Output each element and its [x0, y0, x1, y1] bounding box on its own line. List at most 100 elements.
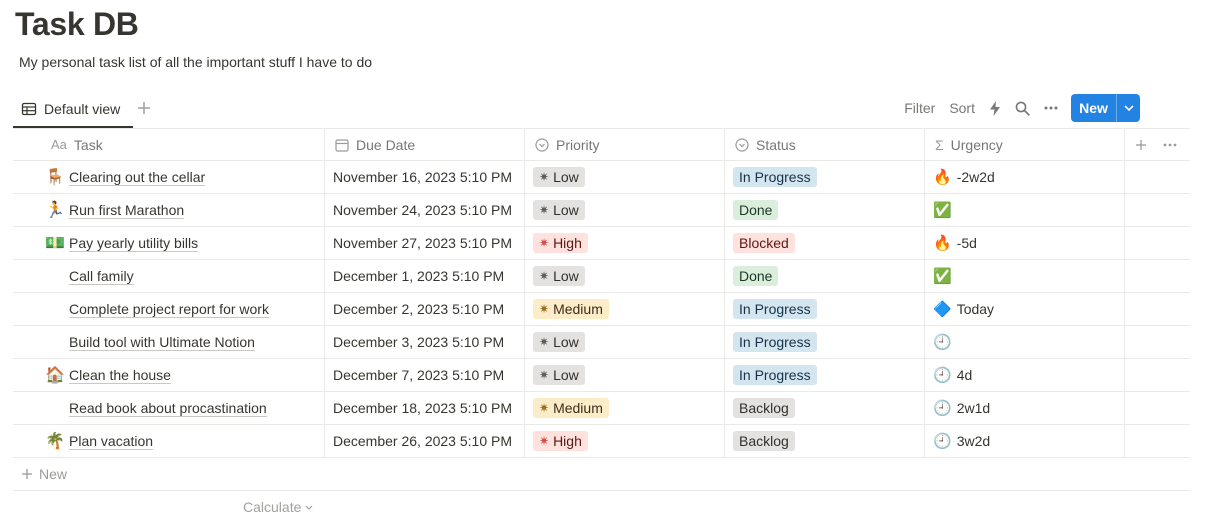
urgency-cell: ✅ [925, 260, 1125, 292]
status-cell[interactable]: Done [725, 194, 925, 226]
status-tag[interactable]: Backlog [733, 398, 795, 418]
status-tag[interactable]: Blocked [733, 233, 795, 253]
task-cell[interactable]: Complete project report for work [13, 293, 325, 325]
priority-tag[interactable]: ✷ Medium [533, 398, 609, 418]
priority-cell[interactable]: ✷ Low [525, 194, 725, 226]
table-row[interactable]: 🌴 Plan vacation December 26, 2023 5:10 P… [13, 425, 1190, 458]
priority-tag[interactable]: ✷ Medium [533, 299, 609, 319]
header-status[interactable]: Status [725, 129, 925, 160]
due-date-cell[interactable]: December 18, 2023 5:10 PM [325, 392, 525, 424]
table-row[interactable]: Build tool with Ultimate Notion December… [13, 326, 1190, 359]
table-header: Aa Task Due Date Priority Status Σ Urgen… [13, 128, 1190, 161]
new-button-label[interactable]: New [1071, 94, 1117, 122]
add-property-icon[interactable] [1135, 139, 1147, 151]
table-row[interactable]: 🪑 Clearing out the cellar November 16, 2… [13, 161, 1190, 194]
task-name[interactable]: Clean the house [69, 367, 171, 384]
due-date-cell[interactable]: November 27, 2023 5:10 PM [325, 227, 525, 259]
task-name[interactable]: Build tool with Ultimate Notion [69, 334, 255, 351]
due-date-cell[interactable]: December 1, 2023 5:10 PM [325, 260, 525, 292]
plus-icon[interactable] [137, 100, 151, 118]
status-tag[interactable]: In Progress [733, 365, 817, 385]
add-row-button[interactable]: New [13, 458, 1190, 491]
priority-cell[interactable]: ✷ Medium [525, 392, 725, 424]
due-date-cell[interactable]: November 16, 2023 5:10 PM [325, 161, 525, 193]
task-name[interactable]: Call family [69, 268, 134, 285]
header-task[interactable]: Aa Task [13, 129, 325, 160]
task-cell[interactable]: Read book about procastination [13, 392, 325, 424]
status-cell[interactable]: In Progress [725, 161, 925, 193]
search-icon[interactable] [1015, 101, 1030, 116]
task-name[interactable]: Plan vacation [69, 433, 154, 450]
priority-cell[interactable]: ✷ Medium [525, 293, 725, 325]
priority-cell[interactable]: ✷ High [525, 425, 725, 457]
lightning-icon[interactable] [989, 100, 1001, 116]
priority-cell[interactable]: ✷ Low [525, 326, 725, 358]
table-row[interactable]: 🏠 Clean the house December 7, 2023 5:10 … [13, 359, 1190, 392]
status-cell[interactable]: In Progress [725, 326, 925, 358]
task-cell[interactable]: 💵 Pay yearly utility bills [13, 227, 325, 259]
status-tag[interactable]: In Progress [733, 299, 817, 319]
due-date-cell[interactable]: November 24, 2023 5:10 PM [325, 194, 525, 226]
task-cell[interactable]: 🏃 Run first Marathon [13, 194, 325, 226]
due-date-cell[interactable]: December 7, 2023 5:10 PM [325, 359, 525, 391]
priority-tag[interactable]: ✷ Low [533, 167, 585, 187]
due-date-cell[interactable]: December 26, 2023 5:10 PM [325, 425, 525, 457]
task-emoji-icon: 🌴 [45, 433, 65, 450]
due-date-cell[interactable]: December 3, 2023 5:10 PM [325, 326, 525, 358]
urgency-icon: 🔥 [933, 235, 952, 252]
task-cell[interactable]: 🏠 Clean the house [13, 359, 325, 391]
status-tag[interactable]: In Progress [733, 332, 817, 352]
due-date-value: December 18, 2023 5:10 PM [333, 400, 512, 416]
priority-cell[interactable]: ✷ Low [525, 260, 725, 292]
status-tag[interactable]: Done [733, 200, 779, 220]
more-horizontal-icon[interactable] [1163, 143, 1177, 147]
table-row[interactable]: 💵 Pay yearly utility bills November 27, … [13, 227, 1190, 260]
page-description: My personal task list of all the importa… [19, 54, 373, 70]
status-tag[interactable]: Backlog [733, 431, 795, 451]
status-cell[interactable]: In Progress [725, 293, 925, 325]
task-emoji-icon: 🏃 [45, 202, 65, 219]
status-tag[interactable]: In Progress [733, 167, 817, 187]
priority-cell[interactable]: ✷ Low [525, 161, 725, 193]
status-cell[interactable]: Backlog [725, 392, 925, 424]
header-priority[interactable]: Priority [525, 129, 725, 160]
status-tag[interactable]: Done [733, 266, 779, 286]
priority-tag[interactable]: ✷ Low [533, 200, 585, 220]
task-cell[interactable]: Build tool with Ultimate Notion [13, 326, 325, 358]
priority-cell[interactable]: ✷ High [525, 227, 725, 259]
urgency-text: -2w2d [956, 169, 995, 185]
chevron-down-icon[interactable] [1117, 94, 1140, 122]
header-urgency[interactable]: Σ Urgency [925, 129, 1125, 160]
task-name[interactable]: Read book about procastination [69, 400, 267, 417]
priority-tag[interactable]: ✷ Low [533, 332, 585, 352]
table-row[interactable]: Call family December 1, 2023 5:10 PM ✷ L… [13, 260, 1190, 293]
table-row[interactable]: Read book about procastination December … [13, 392, 1190, 425]
header-due-date[interactable]: Due Date [325, 129, 525, 160]
sort-button[interactable]: Sort [949, 100, 975, 116]
priority-tag[interactable]: ✷ Low [533, 266, 585, 286]
task-name[interactable]: Run first Marathon [69, 202, 185, 219]
task-name[interactable]: Complete project report for work [69, 301, 269, 318]
filter-button[interactable]: Filter [904, 100, 935, 116]
priority-cell[interactable]: ✷ Low [525, 359, 725, 391]
calculate-button[interactable]: Calculate [243, 499, 313, 515]
tab-default-view[interactable]: Default view [13, 92, 133, 128]
status-cell[interactable]: In Progress [725, 359, 925, 391]
table-row[interactable]: Complete project report for work Decembe… [13, 293, 1190, 326]
status-cell[interactable]: Backlog [725, 425, 925, 457]
due-date-cell[interactable]: December 2, 2023 5:10 PM [325, 293, 525, 325]
task-name[interactable]: Clearing out the cellar [69, 169, 206, 186]
more-horizontal-icon[interactable] [1044, 106, 1058, 110]
status-cell[interactable]: Blocked [725, 227, 925, 259]
priority-tag[interactable]: ✷ Low [533, 365, 585, 385]
task-cell[interactable]: 🪑 Clearing out the cellar [13, 161, 325, 193]
priority-tag[interactable]: ✷ High [533, 233, 588, 253]
extra-cell [1125, 161, 1190, 193]
task-name[interactable]: Pay yearly utility bills [69, 235, 199, 252]
priority-tag[interactable]: ✷ High [533, 431, 588, 451]
status-cell[interactable]: Done [725, 260, 925, 292]
new-button[interactable]: New [1071, 94, 1140, 122]
table-row[interactable]: 🏃 Run first Marathon November 24, 2023 5… [13, 194, 1190, 227]
task-cell[interactable]: 🌴 Plan vacation [13, 425, 325, 457]
task-cell[interactable]: Call family [13, 260, 325, 292]
